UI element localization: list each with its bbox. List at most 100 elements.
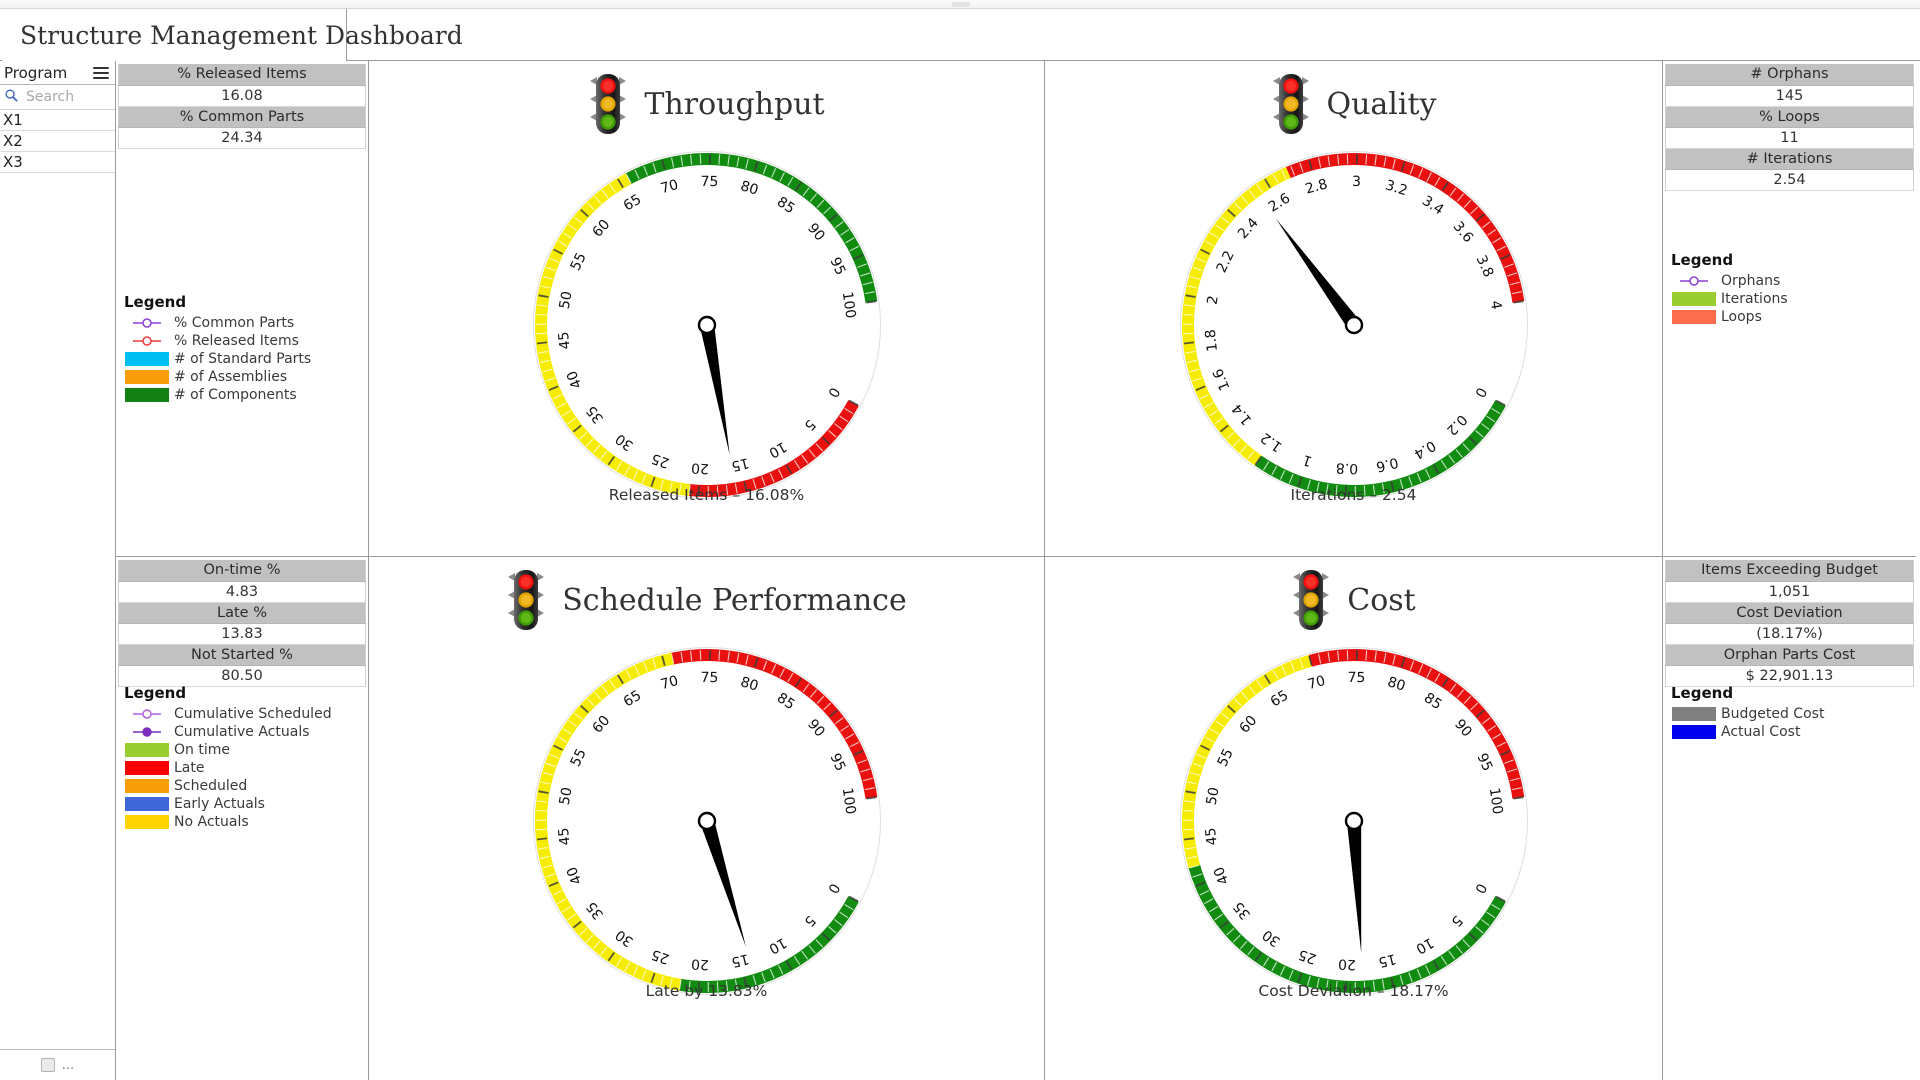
gauge-tick-label: 75 (700, 670, 718, 686)
tab-structure-management-dashboard[interactable]: Structure Management Dashboard (2, 9, 463, 61)
schedule-kpi-panel: On-time % 4.83 Late % 13.83 Not Started … (116, 557, 369, 1080)
legend-swatch (125, 761, 169, 775)
legend-item[interactable]: Cumulative Actuals (124, 723, 332, 741)
gauge-tick-label: 100 (838, 291, 858, 320)
kpi-value: (18.17%) (1665, 623, 1914, 645)
gauge-tick-label: 80 (738, 178, 760, 199)
table-row: Late % (118, 602, 366, 624)
cost-kpi-panel: Items Exceeding Budget 1,051 Cost Deviat… (1663, 557, 1916, 1080)
gauge-tick-label: 30 (612, 926, 636, 949)
gauge-band (1308, 649, 1524, 799)
gauge-tick-label: 2.4 (1234, 215, 1261, 242)
sidebar-search-row[interactable] (0, 85, 115, 110)
gauge-tick-label: 90 (804, 716, 828, 740)
legend-item[interactable]: Early Actuals (124, 795, 332, 813)
table-row: 2.54 (1665, 169, 1914, 191)
throughput-kpi-panel: % Released Items 16.08 % Common Parts 24… (116, 61, 369, 557)
kpi-value: 80.50 (118, 665, 366, 687)
gauge-tick-label: 95 (1473, 751, 1495, 774)
gauge-tick-label: 70 (1305, 673, 1326, 693)
gauge-tick-label: 15 (1376, 950, 1397, 970)
legend-entries: Budgeted Cost Actual Cost (1671, 705, 1824, 741)
gauge-tick-label: 50 (556, 786, 575, 806)
kpi-header: Late % (118, 602, 366, 624)
gauge-tick-label: 75 (1347, 670, 1365, 686)
gauge-needle (1275, 218, 1360, 330)
legend-swatch (125, 815, 169, 829)
legend-marker-cell (1671, 274, 1717, 288)
legend-marker-cell (124, 779, 170, 793)
legend-marker (1680, 276, 1708, 286)
gauge-tick-label: 45 (1202, 827, 1220, 846)
legend-item-label: # of Assemblies (174, 369, 288, 385)
legend-item[interactable]: Late (124, 759, 332, 777)
search-input[interactable] (24, 88, 106, 106)
legend-item[interactable]: # of Standard Parts (124, 350, 311, 368)
gauge-tick-label: 2.2 (1213, 248, 1237, 275)
gauge-tick-label: 55 (567, 746, 589, 769)
legend-item-label: Actual Cost (1721, 724, 1801, 740)
sidebar-footer[interactable]: ... (0, 1050, 115, 1080)
traffic-light-icon (1291, 569, 1331, 631)
cost-gauge-cell: Cost 0 5 10 15 20 25 30 35 40 45 50 55 60 65 70 75 80 85 9… (1045, 557, 1663, 1080)
legend-item-label: On time (174, 742, 230, 758)
gauge-tick-label: 25 (649, 450, 671, 471)
legend-item[interactable]: Budgeted Cost (1671, 705, 1824, 723)
quality-gauge: 0 0.2 0.4 0.6 0.8 1 1.2 1.4 1.6 1.8 2 2.2 2.4 2.6 2.8 3… (1170, 141, 1538, 513)
legend-item-label: Cumulative Actuals (174, 724, 310, 740)
gauge-tick-label: 75 (700, 174, 718, 190)
checkbox-icon[interactable] (40, 1058, 55, 1072)
schedule-gauge-header: Schedule Performance (506, 567, 907, 633)
window-grip[interactable] (952, 2, 970, 7)
legend-item[interactable]: No Actuals (124, 813, 332, 831)
traffic-light-icon (506, 569, 546, 631)
gauge-title: Cost (1347, 582, 1416, 618)
legend-item-label: % Common Parts (174, 315, 295, 331)
legend-item[interactable]: Loops (1671, 308, 1788, 326)
legend-item[interactable]: Iterations (1671, 290, 1788, 308)
legend-marker-cell (124, 388, 170, 402)
gauge-tick-label: 25 (1296, 946, 1318, 967)
gauge-tick-label: 15 (729, 454, 750, 474)
legend-item-label: Scheduled (174, 778, 248, 794)
table-row: # Orphans (1665, 64, 1914, 86)
sidebar-item-x2[interactable]: X2 (0, 131, 115, 152)
sidebar-filler (0, 173, 115, 1050)
program-sidebar: Program X1 X2 X3 ... (0, 61, 116, 1080)
legend-marker-cell (1671, 310, 1717, 324)
legend-item[interactable]: % Released Items (124, 332, 311, 350)
legend-item-label: # of Standard Parts (174, 351, 312, 367)
kpi-value: $ 22,901.13 (1665, 665, 1914, 687)
legend-title: Legend (124, 293, 187, 311)
gauge-caption: Iterations – 2.54 (1290, 486, 1417, 504)
gauge-tick-label: 20 (690, 459, 709, 476)
quality-gauge-header: Quality (1271, 71, 1437, 137)
legend-item[interactable]: % Common Parts (124, 314, 311, 332)
legend-item[interactable]: On time (124, 741, 332, 759)
sidebar-item-x3[interactable]: X3 (0, 152, 115, 173)
legend-item[interactable]: Orphans (1671, 272, 1788, 290)
quality-kpi-panel: # Orphans 145 % Loops 11 # Iterations 2.… (1663, 61, 1916, 557)
search-icon (4, 88, 19, 107)
cost-legend: Legend Budgeted Cost Actual Cost (1671, 684, 1824, 741)
sidebar-item-label: X2 (3, 132, 23, 150)
gauge-tick-label: 100 (1485, 787, 1505, 816)
legend-item[interactable]: Cumulative Scheduled (124, 705, 332, 723)
kpi-value: 2.54 (1665, 169, 1914, 191)
table-row: Cost Deviation (1665, 602, 1914, 624)
legend-marker-cell (1671, 725, 1717, 739)
sidebar-item-x1[interactable]: X1 (0, 110, 115, 131)
hamburger-icon[interactable] (93, 64, 109, 82)
gauge-tick-label: 65 (620, 191, 644, 214)
gauge-tick-label: 3 (1351, 174, 1360, 190)
sidebar-item-label: X1 (3, 111, 23, 129)
legend-item[interactable]: # of Assemblies (124, 368, 311, 386)
schedule-gauge: 0 5 10 15 20 25 30 35 40 45 50 55 60 65 70 75 80 85 90 95 10… (523, 637, 891, 1009)
legend-item[interactable]: Scheduled (124, 777, 332, 795)
cost-gauge-header: Cost (1291, 567, 1416, 633)
legend-item[interactable]: # of Components (124, 386, 311, 404)
table-row: 24.34 (118, 127, 366, 149)
gauge-tick-label: 90 (1451, 716, 1475, 740)
legend-item[interactable]: Actual Cost (1671, 723, 1824, 741)
legend-marker-cell (1671, 292, 1717, 306)
